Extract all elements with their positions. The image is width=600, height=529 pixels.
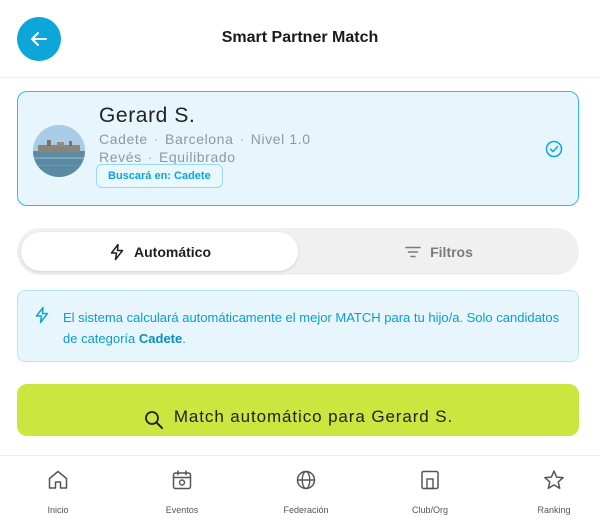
child-play-style: Revés · Equilibrado (99, 149, 236, 165)
search-icon (144, 411, 163, 429)
building-icon (421, 470, 439, 490)
info-text: El sistema calculará automáticamente el … (63, 307, 568, 349)
nav-label-club-org: Club/Org (411, 505, 448, 515)
nav-item-eventos[interactable]: Eventos (142, 468, 222, 515)
bottom-nav: Inicio Eventos Federación Club/Org Ranki… (0, 455, 600, 529)
tab-filtros[interactable]: Filtros (302, 232, 575, 271)
info-category-highlight: Cadete (138, 331, 183, 346)
nav-item-club-org[interactable]: Club/Org (390, 468, 470, 515)
star-icon (544, 470, 564, 490)
info-text-main: El sistema calculará automáticamente el … (63, 310, 560, 346)
child-city: Barcelona (165, 131, 234, 147)
lightning-icon (110, 243, 124, 260)
avatar (33, 125, 85, 177)
avatar-photo (33, 125, 85, 177)
nav-item-ranking[interactable]: Ranking (514, 468, 594, 515)
nav-label-inicio: Inicio (47, 505, 69, 515)
nav-item-federacion[interactable]: Federación (266, 468, 346, 515)
child-profile-card[interactable]: Gerard S. Cadete · Barcelona · Nivel 1.0 Rev… (17, 91, 579, 206)
child-category: Cadete (99, 131, 148, 147)
info-text-end: . (182, 331, 186, 346)
tab-automatico-label: Automático (134, 243, 211, 260)
child-details: Cadete · Barcelona · Nivel 1.0 (99, 131, 311, 147)
info-box: El sistema calculará automáticamente el … (17, 290, 579, 362)
child-hand: Revés (99, 149, 142, 165)
mode-toggle: Automático Filtros (17, 228, 579, 275)
auto-match-button[interactable]: Match automático para Gerard S. (17, 384, 579, 436)
lightning-icon (35, 306, 49, 324)
child-level: Nivel 1.0 (250, 131, 311, 147)
nav-item-inicio[interactable]: Inicio (18, 468, 98, 515)
filter-lines-icon (405, 246, 421, 257)
check-circle-icon (545, 140, 563, 158)
globe-icon (296, 470, 316, 490)
child-style: Equilibrado (158, 149, 236, 165)
nav-label-eventos: Eventos (165, 505, 199, 515)
auto-match-label: Match automático para Gerard S. (173, 407, 454, 426)
child-name: Gerard S. (99, 104, 196, 127)
search-category-badge: Buscará en: Cadete (96, 164, 223, 188)
tab-automatico[interactable]: Automático (21, 232, 298, 271)
nav-label-ranking: Ranking (537, 505, 571, 515)
nav-label-federacion: Federación (283, 505, 329, 515)
tab-filtros-label: Filtros (430, 243, 473, 260)
page-title: Smart Partner Match (221, 29, 379, 46)
calendar-icon (172, 470, 192, 490)
app-header: Smart Partner Match (0, 0, 600, 78)
home-icon (48, 470, 68, 489)
